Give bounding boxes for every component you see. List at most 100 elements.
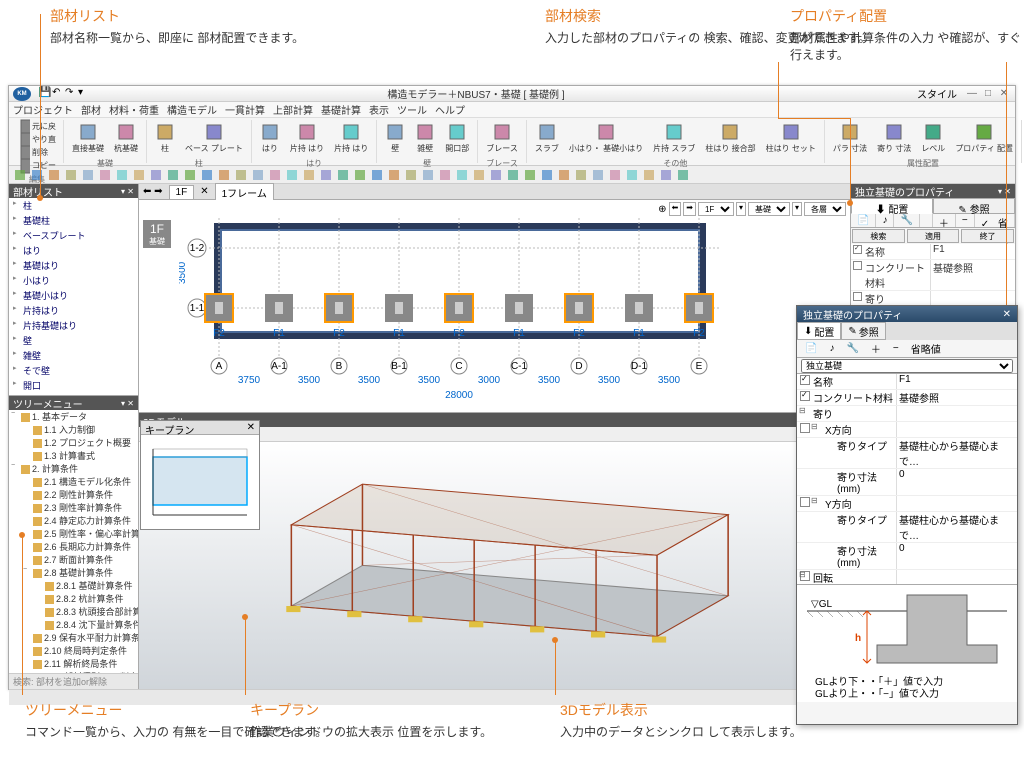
toolbar-icon-20[interactable] [353,168,367,182]
tab-nav-icon[interactable]: ⬅ ➡ [143,186,163,197]
qat-undo-icon[interactable]: ↶ [52,87,62,97]
toolbar-icon-27[interactable] [472,168,486,182]
tree-node[interactable]: 2.11 解析終局条件 [9,657,138,670]
toolbar-icon-38[interactable] [659,168,673,182]
ribbon-hashira-1[interactable]: ベース プレート [181,120,247,156]
ribbon-hari-1[interactable]: 片持 はり [286,120,328,156]
toolbar-icon-39[interactable] [676,168,690,182]
toolbar-icon-24[interactable] [421,168,435,182]
ribbon-hari-2[interactable]: 片持 はり [330,120,372,156]
toolbar-icon-15[interactable] [268,168,282,182]
toolbar-icon-2[interactable] [47,168,61,182]
menu-構造モデル[interactable]: 構造モデル [167,102,217,117]
minimize-button[interactable]: — [965,88,979,100]
tree-node[interactable]: 2.6 長期応力計算条件 [9,540,138,553]
dialog-prop-row[interactable]: 寄りタイプ基礎柱心から基礎心まで… [797,512,1017,543]
menu-部材[interactable]: 部材 [81,102,101,117]
tree-node[interactable]: −2.8 基礎計算条件 [9,566,138,579]
toolbar-icon-19[interactable] [336,168,350,182]
tree-node[interactable]: 2.5 剛性率・偏心率計算条件 [9,527,138,540]
prop-row[interactable]: コンクリート材料基礎参照 [851,260,1015,291]
tree-node[interactable]: 2.4 静定応力計算条件 [9,514,138,527]
member-item[interactable]: 雑壁 [9,348,138,363]
toolbar-icon-17[interactable] [302,168,316,182]
toolbar-icon-29[interactable] [506,168,520,182]
member-list[interactable]: 柱基礎柱ベースプレートはり基礎はり小はり基礎小はり片持はり片持基礎はり壁雑壁そで… [9,198,138,396]
toolbar-icon-0[interactable] [13,168,27,182]
ribbon-slab-3[interactable]: 柱はり 接合部 [701,120,759,156]
member-item[interactable]: 柱 [9,198,138,213]
toolbar-icon-4[interactable] [81,168,95,182]
ribbon-slab-2[interactable]: 片持 スラブ [649,120,699,156]
member-item[interactable]: 片持基礎はり [9,318,138,333]
toolbar-icon-26[interactable] [455,168,469,182]
dialog-tab-reference[interactable]: ✎参照 [841,322,885,340]
dialog-prop-row[interactable]: 名称F1 [797,374,1017,390]
property-dialog[interactable]: 独立基礎のプロパティ✕ ⬇配置 ✎参照 📄♪🔧＋−省略値 独立基礎 名称F1コン… [796,305,1018,725]
tree-node[interactable]: 2.7 断面計算条件 [9,553,138,566]
menu-ヘルプ[interactable]: ヘルプ [435,102,465,117]
ribbon-slab-0[interactable]: スラブ [531,120,563,156]
dialog-titlebar[interactable]: 独立基礎のプロパティ✕ [797,306,1017,322]
dialog-close-icon[interactable]: ✕ [1003,309,1011,320]
dialog-prop-row[interactable]: 寄り寸法 (mm)0 [797,543,1017,570]
keyplan-window[interactable]: キープラン✕ [140,420,260,530]
toolbar-icon-14[interactable] [251,168,265,182]
menu-プロジェクト[interactable]: プロジェクト [13,102,73,117]
toolbar-icon-32[interactable] [557,168,571,182]
member-item[interactable]: 基礎小はり [9,288,138,303]
dialog-property-grid[interactable]: 名称F1コンクリート材料基礎参照⊟寄り⊟X方向寄りタイプ基礎柱心から基礎心まで…… [797,374,1017,584]
member-item[interactable]: 壁 [9,333,138,348]
ribbon-kiso-0[interactable]: 直接基礎 [68,120,108,156]
ribbon-hari-0[interactable]: はり [256,120,284,156]
toolbar-icon-21[interactable] [370,168,384,182]
toolbar-icon-31[interactable] [540,168,554,182]
toolbar-icon-13[interactable] [234,168,248,182]
toolbar-icon-30[interactable] [523,168,537,182]
tree-node[interactable]: 2.1 構造モデル化条件 [9,475,138,488]
qat-redo-icon[interactable]: ↷ [65,87,75,97]
toolbar-icon-10[interactable] [183,168,197,182]
toolbar-icon-36[interactable] [625,168,639,182]
toolbar-icon-8[interactable] [149,168,163,182]
tree-node[interactable]: 2.2 剛性計算条件 [9,488,138,501]
toolbar-icon-1[interactable] [30,168,44,182]
tree-node[interactable]: 2.9 保有水平耐力計算条件 [9,631,138,644]
view-tab-1f[interactable]: 1F [169,185,195,199]
toolbar-icon-28[interactable] [489,168,503,182]
tab-placement[interactable]: ⬇ 配置 [851,198,933,214]
toolbar-icon-7[interactable] [132,168,146,182]
tree-node[interactable]: 1.1 入力制御 [9,423,138,436]
close-button[interactable]: ✕ [997,88,1011,100]
ribbon-hashira-0[interactable]: 柱 [151,120,179,156]
ribbon-brace-0[interactable]: ブレース [482,120,522,156]
tree-node[interactable]: 2.8.3 杭頭接合部計算条件 [9,605,138,618]
ribbon-slab-4[interactable]: 柱はり セット [762,120,820,156]
menu-基礎計算[interactable]: 基礎計算 [321,102,361,117]
tree-node[interactable]: 1.2 プロジェクト概要 [9,436,138,449]
qat-icon[interactable]: ▾ [78,87,88,97]
toolbar-icon-22[interactable] [387,168,401,182]
dialog-prop-row[interactable]: 寄り寸法 (mm)0 [797,469,1017,496]
ribbon-kabe-1[interactable]: 雑壁 [411,120,439,156]
tree-menu[interactable]: −1. 基本データ1.1 入力制御1.2 プロジェクト概要1.3 計算書式−2.… [9,410,138,673]
menu-ツール[interactable]: ツール [397,102,427,117]
plan-view[interactable]: ⊕ ⬅➡ 1F ▾ 基礎 ▾ 各層 1F 基礎 1-21-1AA-1BB-1CC… [139,200,850,413]
member-item[interactable]: 片持はり [9,303,138,318]
ribbon-kabe-0[interactable]: 壁 [381,120,409,156]
apply-button[interactable]: 適用 [907,229,960,243]
dialog-prop-row[interactable]: コンクリート材料基礎参照 [797,390,1017,406]
dialog-tab-placement[interactable]: ⬇配置 [797,322,841,340]
tree-node[interactable]: 2.8.1 基礎計算条件 [9,579,138,592]
tree-node[interactable]: 2.10 終局時判定条件 [9,644,138,657]
ribbon-kiso-1[interactable]: 杭基礎 [110,120,142,156]
toolbar-icon-12[interactable] [217,168,231,182]
member-item[interactable]: そで壁 [9,363,138,378]
dialog-type-select[interactable]: 独立基礎 [801,359,1013,373]
plan-drawing[interactable]: 1-21-1AA-1BB-1CC-1DD-1EF2F1F2F1F2F1F2F1F… [179,208,819,408]
tree-node[interactable]: 1.3 計算書式 [9,449,138,462]
toolbar-icon-16[interactable] [285,168,299,182]
ribbon-slab-1[interactable]: 小はり・ 基礎小はり [565,120,647,156]
view-tab-frame[interactable]: 1フレーム [215,183,274,201]
dialog-prop-row[interactable]: ⊟寄り [797,406,1017,422]
